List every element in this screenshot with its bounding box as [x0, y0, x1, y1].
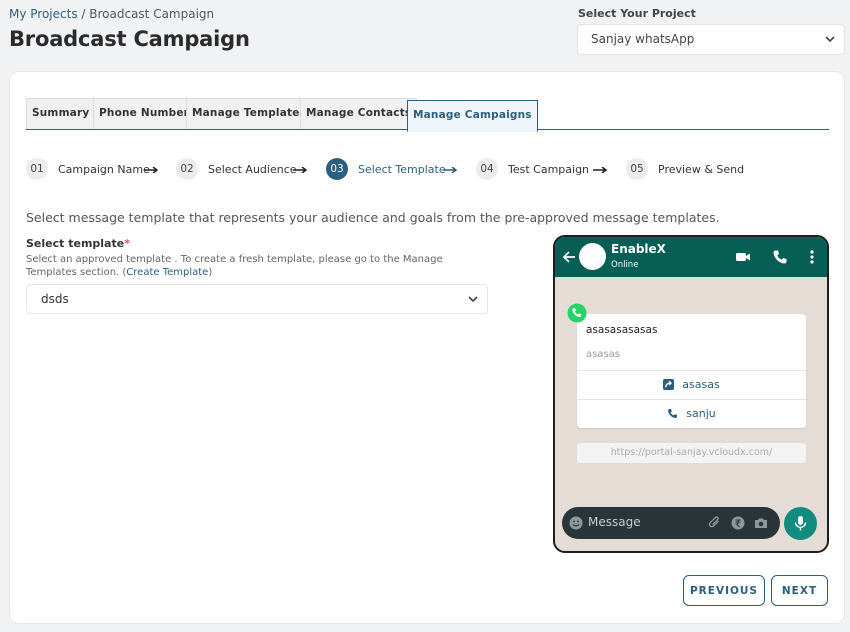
tab-bar: Summary Phone Number Manage Templates Ma… [26, 98, 829, 132]
step-label: Select Audience [208, 162, 297, 176]
breadcrumb: My Projects / Broadcast Campaign [9, 7, 214, 21]
breadcrumb-current: Broadcast Campaign [89, 7, 215, 21]
mic-button [784, 507, 817, 540]
step-select-audience[interactable]: 02 Select Audience [176, 158, 297, 180]
select-template-label: Select template* [26, 237, 130, 250]
helper-text-end: ) [208, 267, 213, 278]
step-preview-send[interactable]: 05 Preview & Send [626, 158, 744, 180]
intro-text: Select message template that represents … [26, 210, 720, 225]
contact-status: Online [611, 260, 639, 270]
url-text: https://portal-sanjay.vcloudx.com/ [577, 443, 806, 463]
message-phone-button-label: sanju [686, 407, 716, 420]
chevron-down-icon [825, 36, 835, 43]
step-number: 03 [326, 158, 348, 180]
message-url-button: asasas [577, 370, 806, 398]
phone-icon [668, 409, 678, 418]
microphone-icon [794, 516, 807, 531]
step-number: 04 [476, 158, 498, 180]
template-message-bubble: asasasasasas asasas asasas sanju [577, 314, 806, 428]
tab-manage-contacts[interactable]: Manage Contacts [300, 98, 418, 129]
message-footer: asasas [586, 349, 621, 360]
next-button[interactable]: NEXT [771, 575, 828, 606]
message-placeholder: Message [588, 515, 641, 529]
video-call-icon [736, 253, 750, 261]
tab-manage-templates[interactable]: Manage Templates [186, 98, 313, 129]
contact-name: EnableX [611, 242, 666, 256]
template-select[interactable]: dsds [26, 284, 488, 314]
tab-manage-campaigns[interactable]: Manage Campaigns [407, 100, 538, 132]
step-label: Select Template [358, 162, 446, 176]
whatsapp-header: EnableX Online [555, 237, 827, 277]
project-select-label: Select Your Project [578, 7, 696, 20]
step-test-campaign[interactable]: 04 Test Campaign [476, 158, 589, 180]
arrow-right-icon [293, 167, 307, 173]
previous-button[interactable]: PREVIOUS [683, 575, 765, 606]
message-url-button-label: asasas [682, 378, 720, 391]
step-number: 01 [26, 158, 48, 180]
arrow-right-icon [443, 167, 457, 173]
project-select[interactable]: Sanjay whatsApp [577, 24, 845, 55]
arrow-right-icon [593, 167, 607, 173]
helper-text: Select an approved template . To create … [26, 254, 443, 278]
project-select-value: Sanjay whatsApp [591, 32, 695, 46]
attachment-icon [708, 516, 719, 528]
whatsapp-icon [567, 303, 587, 323]
external-link-icon [663, 379, 675, 390]
more-vertical-icon [810, 250, 814, 264]
message-title: asasasasasas [586, 324, 658, 336]
step-label: Campaign Name [58, 162, 150, 176]
breadcrumb-separator: / [77, 7, 90, 21]
step-label: Test Campaign [508, 162, 590, 176]
arrow-right-icon [144, 167, 158, 173]
whatsapp-preview: EnableX Online asasasasasas asasas asasa… [553, 235, 829, 553]
back-arrow-icon [562, 251, 575, 263]
step-select-template[interactable]: 03 Select Template [326, 158, 446, 180]
camera-icon [755, 518, 767, 528]
step-number: 05 [626, 158, 648, 180]
phone-icon [773, 250, 787, 264]
message-phone-button: sanju [577, 399, 806, 427]
template-select-value: dsds [41, 292, 69, 306]
step-number: 02 [176, 158, 198, 180]
select-template-label-text: Select template [26, 237, 125, 250]
chevron-down-icon [468, 296, 478, 303]
emoji-icon [569, 516, 583, 530]
campaign-card: Summary Phone Number Manage Templates Ma… [9, 71, 845, 624]
rupee-payment-icon [731, 516, 745, 530]
tab-summary[interactable]: Summary [26, 98, 96, 129]
page-title: Broadcast Campaign [9, 27, 250, 51]
tab-phone-number[interactable]: Phone Number [93, 98, 196, 129]
breadcrumb-my-projects-link[interactable]: My Projects [9, 7, 78, 21]
create-template-link[interactable]: Create Template [126, 267, 208, 278]
message-input-bar: Message [562, 507, 780, 539]
step-label: Preview & Send [658, 162, 745, 176]
select-template-helper: Select an approved template . To create … [26, 253, 486, 279]
avatar [579, 243, 606, 270]
step-campaign-name[interactable]: 01 Campaign Name [26, 158, 150, 180]
required-mark: * [124, 237, 130, 250]
